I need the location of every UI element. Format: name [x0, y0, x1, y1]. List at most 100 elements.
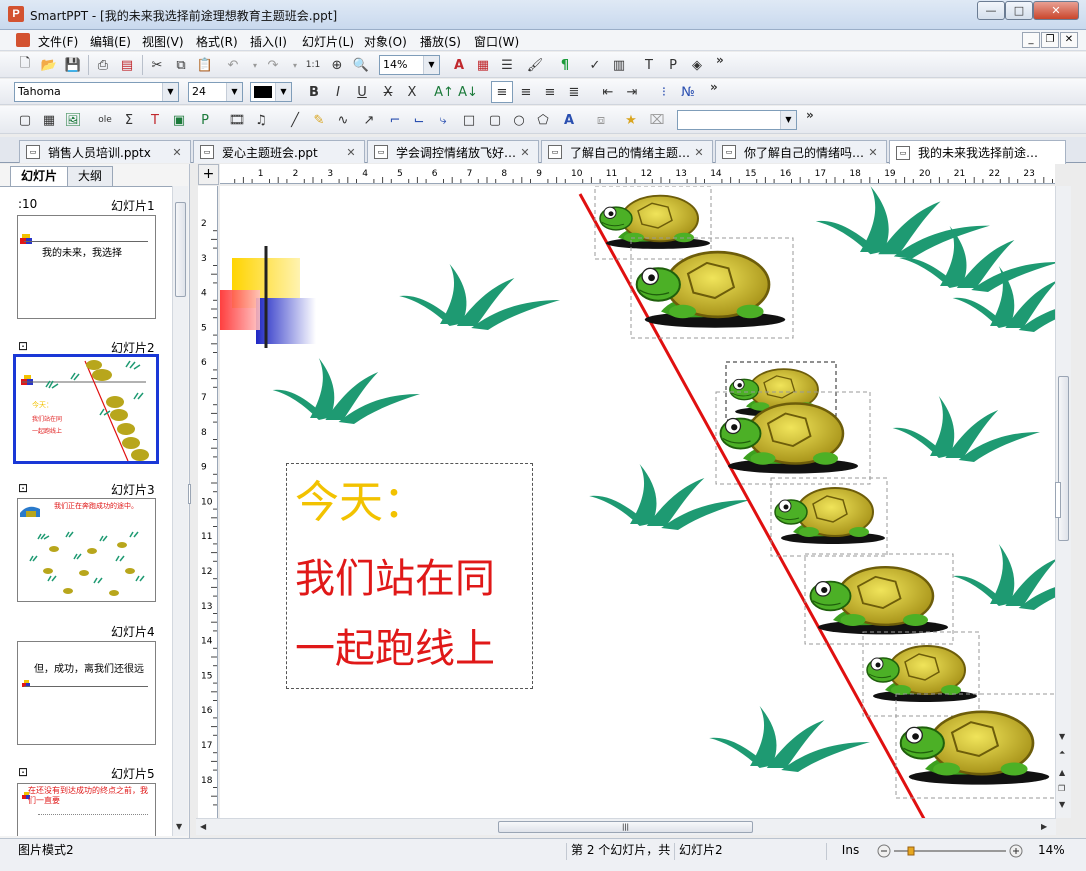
menu-window[interactable]: 窗口(W) [474, 33, 519, 50]
menu-edit[interactable]: 编辑(E) [90, 33, 131, 50]
cut-icon[interactable]: ✂ [146, 54, 168, 76]
close-tab-icon[interactable]: ✕ [344, 146, 358, 159]
minimize-button[interactable]: — [977, 1, 1005, 20]
indent-decrease-icon[interactable]: ⇤ [597, 81, 619, 103]
italic-icon[interactable]: I [327, 81, 349, 103]
group-icon[interactable]: ⧈ [590, 109, 612, 131]
formula-icon[interactable]: Σ [118, 109, 140, 131]
mdi-minimize-button[interactable]: _ [1022, 32, 1040, 48]
ruler-corner[interactable]: + [198, 164, 219, 185]
paste-icon[interactable]: 📋 [194, 54, 216, 76]
zoom-select[interactable]: 14% ▼ [379, 55, 440, 75]
format-painter-icon[interactable]: 🖌 [524, 54, 546, 76]
align-right-icon[interactable]: ≡ [539, 81, 561, 103]
scroll-left-icon[interactable]: ◀ [200, 822, 206, 831]
doc-tab[interactable]: ▭ 了解自己的情绪主题… ✕ [541, 140, 713, 163]
double-strike-icon[interactable]: X [401, 81, 423, 103]
sound-icon[interactable]: ♫ [250, 109, 272, 131]
elbow-connector-icon[interactable]: ⌙ [408, 109, 430, 131]
menu-format[interactable]: 格式(R) [196, 33, 238, 50]
zoom-slider[interactable] [872, 843, 1026, 860]
grow-font-icon[interactable]: A↑ [433, 81, 455, 103]
chart-icon[interactable]: ▥ [608, 54, 630, 76]
font-color-select[interactable]: ▼ [250, 82, 292, 102]
doc-tab[interactable]: ▭ 你了解自己的情绪吗… ✕ [715, 140, 887, 163]
close-tab-icon[interactable]: ✕ [170, 146, 184, 159]
slide-thumbnail-4[interactable]: 但，成功，离我们还很远 [17, 641, 156, 745]
indent-increase-icon[interactable]: ⇥ [621, 81, 643, 103]
menu-object[interactable]: 对象(O) [364, 33, 407, 50]
font-name-select[interactable]: Tahoma ▼ [14, 82, 179, 102]
wordart-icon[interactable]: A [558, 109, 580, 131]
font-size-select[interactable]: 24 ▼ [188, 82, 243, 102]
paragraph-marks-icon[interactable]: ¶ [554, 54, 576, 76]
image-frame-icon[interactable]: 🖼 [62, 109, 84, 131]
tab-slides[interactable]: 幻灯片 [10, 166, 68, 186]
save-icon[interactable]: 💾 [62, 54, 84, 76]
canvas-vertical-scrollbar[interactable]: ▼ ⏶ ▲ ❐ ▼ [1055, 186, 1071, 818]
menu-play[interactable]: 播放(S) [420, 33, 461, 50]
doc-tab[interactable]: ▭ 学会调控情绪放飞好… ✕ [367, 140, 539, 163]
copy-icon[interactable]: ⧉ [170, 54, 192, 76]
pencil-icon[interactable]: ✎ [308, 109, 330, 131]
slide-thumbnail-1[interactable]: 我的未来，我选择 [17, 215, 156, 319]
align-center-icon[interactable]: ≡ [515, 81, 537, 103]
style-select[interactable]: ▼ [677, 110, 797, 130]
rounded-rect-icon[interactable]: ▢ [484, 109, 506, 131]
new-file-icon[interactable]: 🗋 [14, 54, 36, 76]
scroll-down-icon[interactable]: ▼ [1059, 732, 1065, 741]
underline-icon[interactable]: U [351, 81, 373, 103]
star-icon[interactable]: ★ [620, 109, 642, 131]
menu-view[interactable]: 视图(V) [142, 33, 184, 50]
text-box-icon[interactable]: T [144, 109, 166, 131]
ellipse-icon[interactable]: ○ [508, 109, 530, 131]
maximize-button[interactable]: □ [1005, 1, 1033, 20]
slide-thumbnail-3[interactable]: 我们正在奔跑成功的途中。 [17, 498, 156, 602]
layers-icon[interactable]: ◈ [686, 54, 708, 76]
numbering-icon[interactable]: № [677, 81, 699, 103]
tab-outline[interactable]: 大纲 [67, 166, 113, 186]
toolbar-more-icon[interactable]: » [806, 108, 814, 122]
magnifier-icon[interactable]: 🔍 [350, 54, 372, 76]
canvas-horizontal-scrollbar[interactable]: ◀ ||| ▶ [196, 818, 1056, 835]
redo-icon[interactable]: ↷ [262, 54, 284, 76]
strikethrough-icon[interactable]: X [377, 81, 399, 103]
undo-icon[interactable]: ↶ [222, 54, 244, 76]
slide-thumbnail-5[interactable]: 在还没有到达成功的终点之前，我们一直要 [17, 783, 156, 836]
close-tab-icon[interactable]: ✕ [866, 146, 880, 159]
spellcheck-icon[interactable]: ✓ [584, 54, 606, 76]
list-icon[interactable]: ☰ [496, 54, 518, 76]
menu-file[interactable]: 文件(F) [38, 33, 78, 50]
scrollbar-thumb[interactable] [175, 202, 186, 297]
connector-icon[interactable]: ⌐ [384, 109, 406, 131]
splitter-handle[interactable] [1055, 482, 1061, 518]
close-button[interactable]: ✕ [1033, 1, 1079, 20]
close-tab-icon[interactable]: ✕ [692, 146, 706, 159]
restore-view-icon[interactable]: ❐ [1058, 784, 1065, 793]
menu-slide[interactable]: 幻灯片(L) [302, 33, 354, 50]
picture-box-icon[interactable]: P [194, 109, 216, 131]
panel-splitter[interactable] [188, 484, 191, 504]
toolbar-more-icon[interactable]: » [710, 80, 718, 94]
slide-text-box[interactable]: 今天： 我们站在同 一起跑线上 [286, 463, 533, 689]
doc-tab[interactable]: ▭ 爱心主题班会.ppt ✕ [193, 140, 365, 163]
curve-icon[interactable]: ∿ [332, 109, 354, 131]
zoom-fit-icon[interactable]: ⊕ [326, 54, 348, 76]
autoshape-icon[interactable]: ⬠ [532, 109, 554, 131]
bold-icon[interactable]: B [303, 81, 325, 103]
actual-size-icon[interactable]: 1:1 [302, 54, 324, 76]
scrollbar-thumb[interactable]: ||| [498, 821, 753, 833]
close-tab-icon[interactable]: ✕ [518, 146, 532, 159]
doc-tab[interactable]: ▭ 销售人员培训.pptx ✕ [19, 140, 191, 163]
doc-tab-active[interactable]: ▭ 我的未来我选择前途… [889, 140, 1066, 164]
bullets-icon[interactable]: ⁝ [653, 81, 675, 103]
chart-frame-icon[interactable]: ▣ [168, 109, 190, 131]
doc-menu-icon[interactable] [16, 33, 30, 47]
mdi-restore-button[interactable]: ❐ [1041, 32, 1059, 48]
scroll-down-icon[interactable]: ▼ [176, 822, 182, 831]
text-frame-icon[interactable]: T [638, 54, 660, 76]
mdi-close-button[interactable]: ✕ [1060, 32, 1078, 48]
select-frame-icon[interactable]: ▢ [14, 109, 36, 131]
shrink-font-icon[interactable]: A↓ [457, 81, 479, 103]
slide-down-icon[interactable]: ▼ [1059, 800, 1065, 809]
